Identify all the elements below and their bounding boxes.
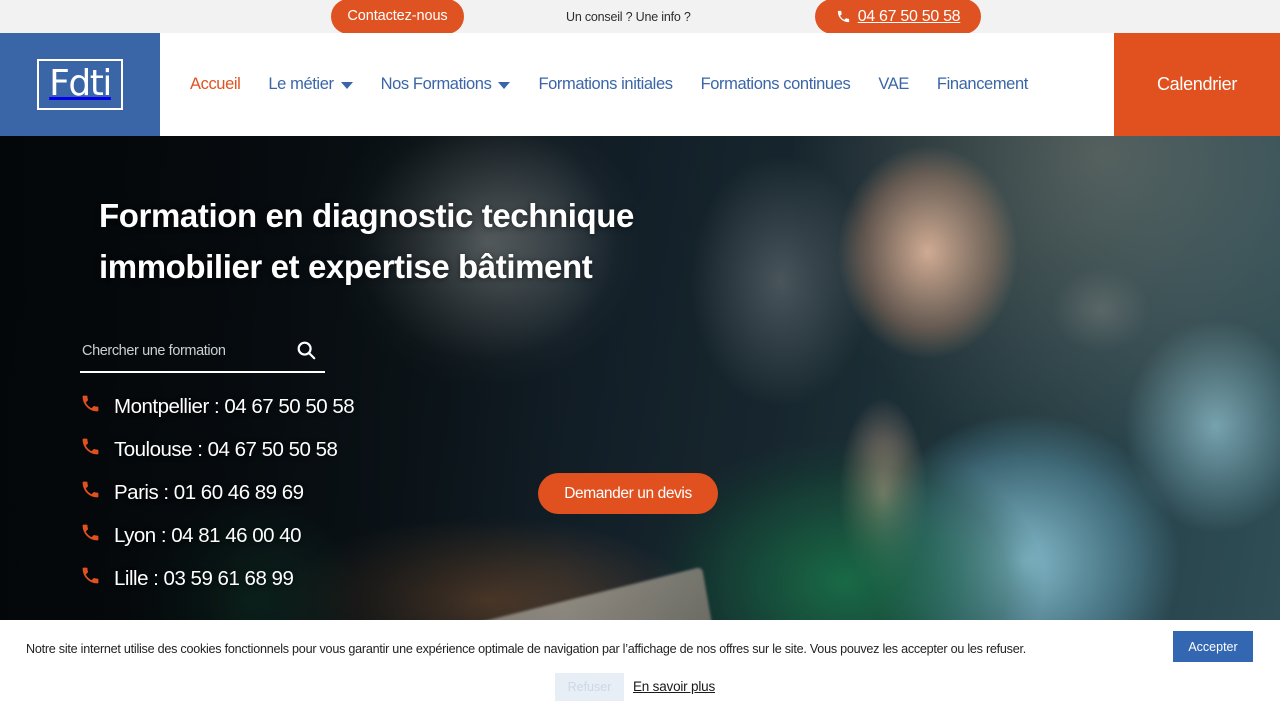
nav-label: Formations initiales xyxy=(538,75,673,93)
phone-icon xyxy=(80,479,101,506)
nav-item-vae[interactable]: VAE xyxy=(864,69,923,100)
phone-row-lyon[interactable]: Lyon : 04 81 46 00 40 xyxy=(80,514,354,557)
search-input[interactable] xyxy=(80,343,295,365)
phone-row-montpellier[interactable]: Montpellier : 04 67 50 50 58 xyxy=(80,385,355,428)
main-navigation: Accueil Le métier Nos Formations Formati… xyxy=(160,33,1114,136)
hero-content: Formation en diagnostic technique immobi… xyxy=(0,136,1280,620)
cookie-accept-button[interactable]: Accepter xyxy=(1173,631,1253,662)
phone-label: Lille : 03 59 61 68 99 xyxy=(114,566,294,590)
phone-label: Toulouse : 04 67 50 50 58 xyxy=(114,437,338,461)
cookie-banner: Notre site internet utilise des cookies … xyxy=(0,620,1280,720)
search-button[interactable] xyxy=(295,339,325,370)
nav-label: Le métier xyxy=(268,75,334,93)
phone-icon xyxy=(80,565,101,592)
phone-icon xyxy=(80,436,101,463)
phone-label: Paris : 01 60 46 89 69 xyxy=(114,480,304,504)
nav-item-accueil[interactable]: Accueil xyxy=(176,69,254,100)
phone-icon xyxy=(80,522,101,549)
nav-item-le-metier[interactable]: Le métier xyxy=(254,69,366,100)
page-root: Contactez-nous Un conseil ? Une info ? 0… xyxy=(0,0,1280,720)
calendar-button[interactable]: Calendrier xyxy=(1114,33,1280,136)
phone-row-lille[interactable]: Lille : 03 59 61 68 99 xyxy=(80,557,354,600)
top-utility-bar: Contactez-nous Un conseil ? Une info ? 0… xyxy=(0,0,1280,34)
city-phone-list: Montpellier : 04 67 50 50 58 Toulouse : … xyxy=(80,385,355,600)
contact-us-button[interactable]: Contactez-nous xyxy=(331,0,464,34)
search-form xyxy=(80,337,325,373)
cookie-message: Notre site internet utilise des cookies … xyxy=(26,642,1026,656)
nav-item-formations-continues[interactable]: Formations continues xyxy=(687,69,865,100)
chevron-down-icon xyxy=(498,82,511,89)
nav-label: Financement xyxy=(936,75,1028,93)
topbar-phone-number: 04 67 50 50 58 xyxy=(857,7,961,25)
nav-label: Nos Formations xyxy=(380,75,492,93)
logo-frame: Fdti xyxy=(37,59,123,110)
phone-icon xyxy=(80,393,101,420)
nav-item-nos-formations[interactable]: Nos Formations xyxy=(367,69,525,100)
search-icon xyxy=(295,339,317,364)
cookie-refuse-button[interactable]: Refuser xyxy=(555,673,624,701)
logo-text: Fdti xyxy=(49,62,112,104)
phone-label: Lyon : 04 81 46 00 40 xyxy=(114,523,302,547)
topbar-phone-button[interactable]: 04 67 50 50 58 xyxy=(815,0,981,34)
hero-section: Formation en diagnostic technique immobi… xyxy=(0,136,1280,620)
cookie-learn-more-link[interactable]: En savoir plus xyxy=(633,679,715,694)
nav-item-formations-initiales[interactable]: Formations initiales xyxy=(524,69,686,100)
nav-item-financement[interactable]: Financement xyxy=(923,69,1042,100)
site-logo[interactable]: Fdti xyxy=(0,33,160,136)
request-quote-button[interactable]: Demander un devis xyxy=(538,473,718,514)
chevron-down-icon xyxy=(340,82,353,89)
phone-label: Montpellier : 04 67 50 50 58 xyxy=(114,394,355,418)
nav-label: VAE xyxy=(878,75,909,93)
nav-label: Accueil xyxy=(190,75,241,93)
phone-row-paris[interactable]: Paris : 01 60 46 89 69 xyxy=(80,471,354,514)
nav-label: Formations continues xyxy=(700,75,851,93)
site-header: Fdti Accueil Le métier Nos Formations Fo… xyxy=(0,33,1280,136)
hero-title: Formation en diagnostic technique immobi… xyxy=(99,197,635,285)
phone-icon xyxy=(836,9,851,24)
phone-row-toulouse[interactable]: Toulouse : 04 67 50 50 58 xyxy=(80,428,354,471)
topbar-tagline: Un conseil ? Une info ? xyxy=(566,10,691,24)
